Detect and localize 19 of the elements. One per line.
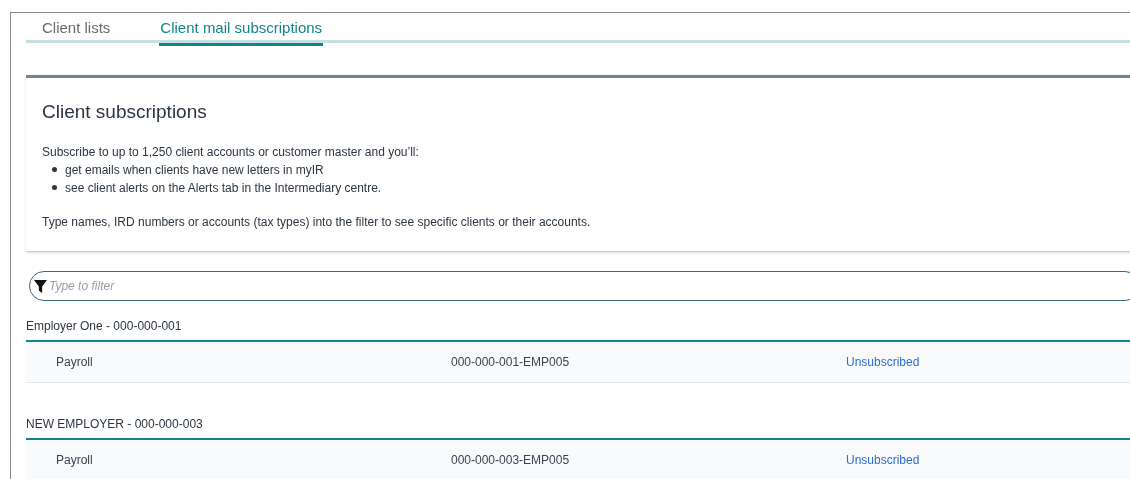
bullet-icon [52, 185, 57, 190]
tab[interactable]: Client mail subscriptions [159, 13, 324, 46]
filter-icon [34, 279, 47, 293]
card-title: Client subscriptions [42, 100, 208, 124]
bullet-text: get emails when clients have new letters in myIR [65, 161, 324, 179]
tab[interactable]: Client lists [41, 13, 112, 43]
subscription-link[interactable]: Unsubscribed [846, 450, 920, 469]
group-heading: Employer One - 000-000-001 [26, 318, 182, 333]
account-number: 000-000-001-EMP005 [451, 353, 571, 371]
filter-field[interactable]: Type to filter [29, 270, 1130, 301]
intro-text: Subscribe to up to 1,250 client accounts or customer master and you’ll: [42, 143, 420, 161]
account-number: 000-000-003-EMP005 [451, 451, 571, 469]
bullet-text: see client alerts on the Alerts tab in the Intermediary centre. [65, 179, 382, 197]
filter-hint: Type names, IRD numbers or accounts (tax types) into the filter to see specific clients or their accounts. [42, 213, 592, 231]
account-name: Payroll [56, 451, 94, 469]
bullet-icon [52, 167, 57, 172]
subscription-link[interactable]: Unsubscribed [846, 352, 920, 371]
group-heading: NEW EMPLOYER - 000-000-003 [26, 416, 203, 431]
account-name: Payroll [56, 353, 94, 371]
